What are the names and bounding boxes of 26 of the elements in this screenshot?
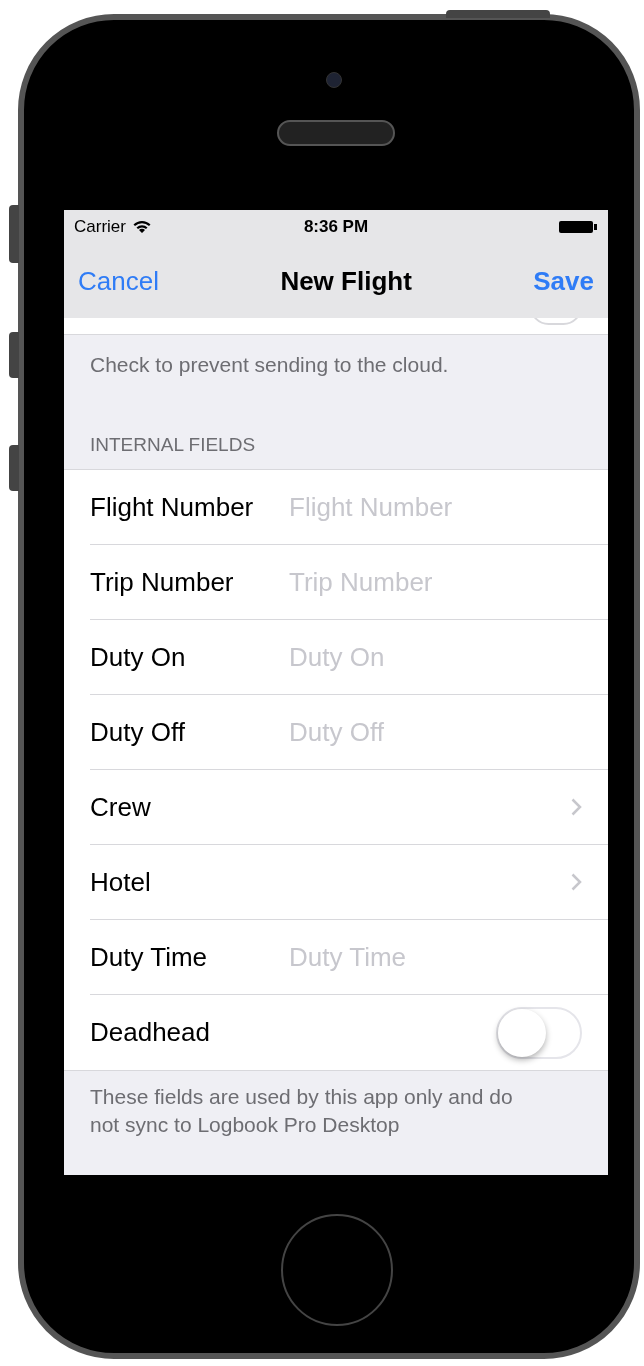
row-label: Flight Number <box>90 490 255 524</box>
text-field[interactable]: Duty On <box>289 637 582 677</box>
nav-title: New Flight <box>280 264 412 298</box>
clock-time: 8:36 PM <box>303 216 369 239</box>
section-footer: Check to prevent sending to the cloud. <box>64 335 608 381</box>
row-label: Duty Off <box>90 715 186 749</box>
text-field[interactable]: Duty Time <box>289 937 582 977</box>
section-footer: These fields are used by this app only and do not sync to Logbook Pro Desktop <box>64 1071 608 1139</box>
row-label: Duty Time <box>90 940 209 974</box>
text-field[interactable]: Flight Number <box>289 487 582 527</box>
row-label: Crew <box>90 790 152 824</box>
text-field[interactable]: Duty Off <box>289 712 582 752</box>
battery-icon <box>558 220 598 234</box>
row-label: Hotel <box>90 865 152 899</box>
row-label: Trip Number <box>90 565 235 599</box>
carrier-label: Carrier <box>74 216 126 239</box>
save-button[interactable]: Save <box>533 261 594 301</box>
chevron-right-icon <box>571 798 582 816</box>
row-label: Duty On <box>90 640 187 674</box>
cancel-button[interactable]: Cancel <box>78 261 159 301</box>
section-header: INTERNAL FIELDS <box>89 432 257 457</box>
wifi-icon <box>131 220 152 234</box>
toggle-switch[interactable] <box>496 1006 582 1059</box>
text-field[interactable]: Trip Number <box>289 562 582 602</box>
row-label: Deadhead <box>90 1016 211 1049</box>
chevron-right-icon <box>571 873 582 891</box>
